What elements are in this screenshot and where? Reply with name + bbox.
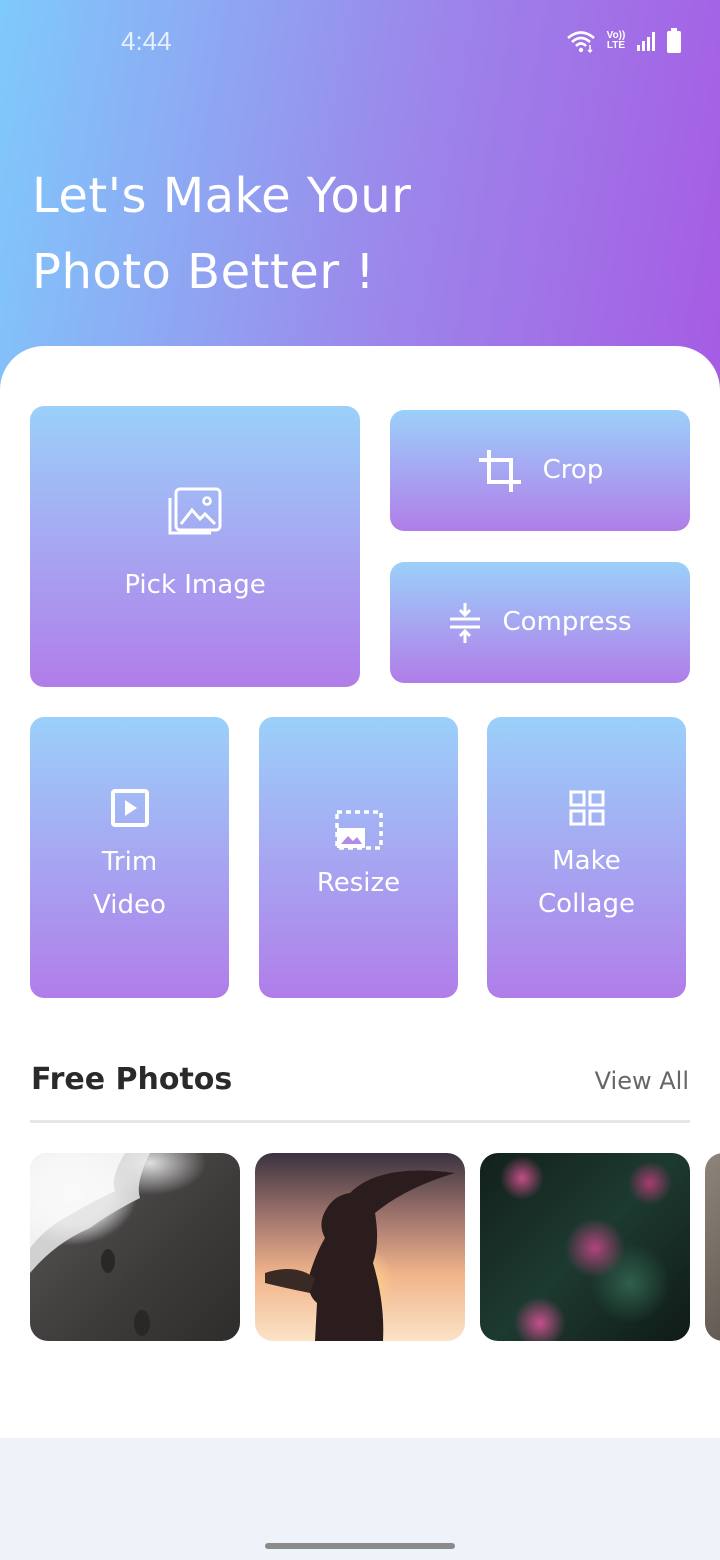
crop-button[interactable]: Crop: [390, 410, 690, 531]
view-all-link[interactable]: View All: [595, 1067, 689, 1095]
resize-icon: [334, 810, 383, 850]
gesture-nav-bar[interactable]: [265, 1543, 455, 1549]
section-divider: [30, 1120, 690, 1123]
image-icon: [168, 487, 222, 535]
make-collage-button[interactable]: Make Collage: [487, 717, 686, 998]
volte-icon: Vo)) LTE: [606, 30, 626, 51]
battery-icon: [667, 28, 681, 53]
pick-image-label: Pick Image: [124, 570, 266, 600]
play-box-icon: [110, 788, 149, 827]
status-time: 4:44: [121, 26, 172, 56]
compress-button[interactable]: Compress: [390, 562, 690, 683]
make-collage-label-line-2: Collage: [538, 888, 635, 919]
signal-icon: [637, 32, 655, 51]
make-collage-label-line-1: Make: [552, 845, 621, 876]
silhouette-graphic: [265, 1170, 455, 1341]
resize-button[interactable]: Resize: [259, 717, 458, 998]
compress-icon: [450, 602, 481, 643]
photo-thumbnail[interactable]: [255, 1153, 465, 1341]
compress-label: Compress: [502, 607, 632, 637]
crop-icon: [478, 449, 521, 492]
photo-thumbnail[interactable]: [30, 1153, 240, 1341]
trim-video-label-line-2: Video: [93, 889, 166, 920]
crop-label: Crop: [542, 455, 604, 485]
pick-image-button[interactable]: Pick Image: [30, 406, 360, 687]
trim-video-label-line-1: Trim: [101, 846, 158, 877]
resize-label: Resize: [316, 868, 401, 898]
status-icons: Vo)) LTE: [566, 28, 682, 54]
wifi-icon: [567, 31, 595, 53]
free-photos-title: Free Photos: [31, 1062, 233, 1097]
footprints-graphic: [30, 1153, 150, 1336]
page-title: Let's Make Your Photo Better !: [32, 158, 632, 310]
trim-video-button[interactable]: Trim Video: [30, 717, 229, 998]
collage-icon: [569, 790, 604, 825]
status-bar: 4:44 Vo)) LTE: [0, 0, 720, 84]
headline-line-2: Photo Better !: [32, 244, 376, 300]
photo-thumbnail[interactable]: [480, 1153, 690, 1341]
headline-line-1: Let's Make Your: [32, 168, 412, 224]
photo-thumbnail[interactable]: [705, 1153, 720, 1341]
